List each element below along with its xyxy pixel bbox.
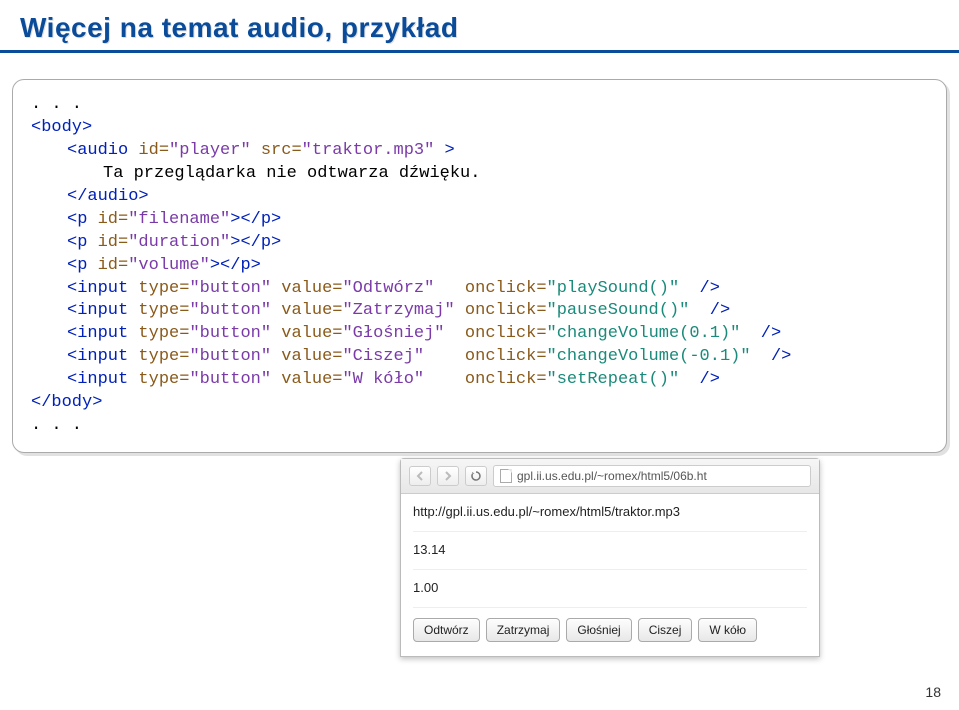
chevron-right-icon [443, 471, 453, 481]
divider [413, 607, 807, 608]
code-line: <p id="duration"></p> [31, 232, 928, 255]
filename-text: http://gpl.ii.us.edu.pl/~romex/html5/tra… [413, 504, 807, 519]
code-line: <audio id="player" src="traktor.mp3" > [31, 140, 928, 163]
page-number: 18 [925, 684, 941, 700]
divider [413, 569, 807, 570]
code-line: <input type="button" value="Odtwórz" onc… [31, 278, 928, 301]
title-bar: Więcej na temat audio, przykład [0, 0, 959, 53]
chevron-left-icon [415, 471, 425, 481]
slide: Więcej na temat audio, przykład . . . <b… [0, 0, 959, 710]
browser-window: gpl.ii.us.edu.pl/~romex/html5/06b.ht htt… [400, 458, 820, 657]
code-line: </body> [31, 392, 928, 415]
repeat-button[interactable]: W kóło [698, 618, 757, 642]
button-row: Odtwórz Zatrzymaj Głośniej Ciszej W kóło [413, 618, 807, 642]
code-line: . . . [31, 94, 928, 117]
forward-button[interactable] [437, 466, 459, 486]
code-line: <input type="button" value="Głośniej" on… [31, 323, 928, 346]
browser-body: http://gpl.ii.us.edu.pl/~romex/html5/tra… [401, 494, 819, 656]
quieter-button[interactable]: Ciszej [638, 618, 693, 642]
slide-title: Więcej na temat audio, przykład [20, 12, 939, 44]
play-button[interactable]: Odtwórz [413, 618, 480, 642]
code-line: <p id="volume"></p> [31, 255, 928, 278]
louder-button[interactable]: Głośniej [566, 618, 631, 642]
code-line: Ta przeglądarka nie odtwarza dźwięku. [31, 163, 928, 186]
url-bar[interactable]: gpl.ii.us.edu.pl/~romex/html5/06b.ht [493, 465, 811, 487]
code-line: <input type="button" value="Zatrzymaj" o… [31, 300, 928, 323]
volume-text: 1.00 [413, 580, 807, 595]
code-line: </audio> [31, 186, 928, 209]
divider [413, 531, 807, 532]
url-text: gpl.ii.us.edu.pl/~romex/html5/06b.ht [517, 469, 707, 483]
reload-button[interactable] [465, 466, 487, 486]
code-box: . . . <body> <audio id="player" src="tra… [12, 79, 947, 453]
duration-text: 13.14 [413, 542, 807, 557]
code-line: <body> [31, 117, 928, 140]
back-button[interactable] [409, 466, 431, 486]
code-line: . . . [31, 415, 928, 438]
browser-toolbar: gpl.ii.us.edu.pl/~romex/html5/06b.ht [401, 459, 819, 494]
pause-button[interactable]: Zatrzymaj [486, 618, 561, 642]
code-line: <p id="filename"></p> [31, 209, 928, 232]
reload-icon [470, 470, 482, 482]
code-line: <input type="button" value="W kóło" oncl… [31, 369, 928, 392]
page-icon [500, 469, 512, 483]
code-line: <input type="button" value="Ciszej" oncl… [31, 346, 928, 369]
